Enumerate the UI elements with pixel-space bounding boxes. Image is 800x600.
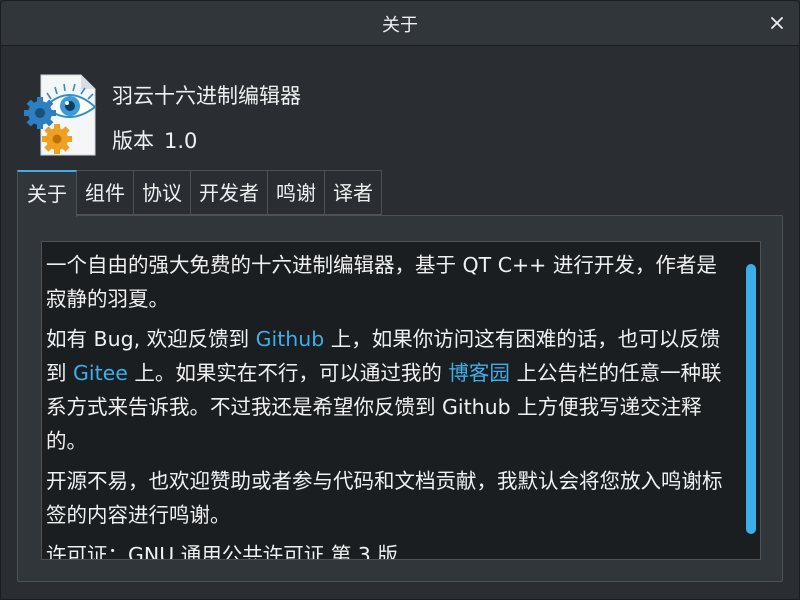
tab-translators[interactable]: 译者 — [325, 170, 382, 215]
vertical-scrollbar[interactable] — [744, 246, 758, 556]
feedback-text-1: 如有 Bug, 欢迎反馈到 — [46, 327, 256, 351]
close-icon — [771, 17, 783, 29]
github-link[interactable]: Github — [256, 327, 325, 351]
tab-license[interactable]: 协议 — [134, 170, 191, 215]
about-text: 一个自由的强大免费的十六进制编辑器，基于 QT C++ 进行开发，作者是寂静的羽… — [46, 248, 736, 560]
tab-components[interactable]: 组件 — [77, 170, 134, 215]
about-paragraph-license: 许可证：GNU 通用公共许可证 第 3 版 — [46, 543, 398, 560]
gitee-link[interactable]: Gitee — [73, 361, 128, 385]
tab-thanks[interactable]: 鸣谢 — [268, 170, 325, 215]
tab-bar: 关于 组件 协议 开发者 鸣谢 译者 — [17, 170, 382, 217]
about-text-browser[interactable]: 一个自由的强大免费的十六进制编辑器，基于 QT C++ 进行开发，作者是寂静的羽… — [41, 241, 761, 560]
about-dialog: 关于 羽云十六进制编辑器 版本 1.0 关于 组件 协议 开发者 鸣谢 译者 一… — [0, 0, 800, 600]
version-number: 1.0 — [164, 129, 198, 153]
about-paragraph-sponsor: 开源不易，也欢迎赞助或者参与代码和文档贡献，我默认会将您放入鸣谢标签的内容进行鸣… — [46, 469, 723, 527]
tab-about[interactable]: 关于 — [17, 170, 77, 217]
scrollbar-thumb[interactable] — [746, 264, 756, 534]
version-label: 版本 — [112, 129, 154, 153]
window-title: 关于 — [382, 15, 418, 36]
app-hex-editor-icon — [24, 74, 97, 156]
blog-link[interactable]: 博客园 — [448, 361, 510, 385]
feedback-text-3: 上。如果实在不行，可以通过我的 — [127, 361, 449, 385]
about-paragraph-intro: 一个自由的强大免费的十六进制编辑器，基于 QT C++ 进行开发，作者是寂静的羽… — [46, 253, 717, 311]
version-row: 版本 1.0 — [112, 125, 197, 155]
app-name: 羽云十六进制编辑器 — [112, 84, 301, 108]
tab-developers[interactable]: 开发者 — [191, 170, 268, 215]
title-bar[interactable]: 关于 — [1, 1, 799, 46]
about-paragraph-feedback: 如有 Bug, 欢迎反馈到 Github 上，如果你访问这有困难的话，也可以反馈… — [46, 322, 736, 458]
close-button[interactable] — [765, 11, 789, 35]
